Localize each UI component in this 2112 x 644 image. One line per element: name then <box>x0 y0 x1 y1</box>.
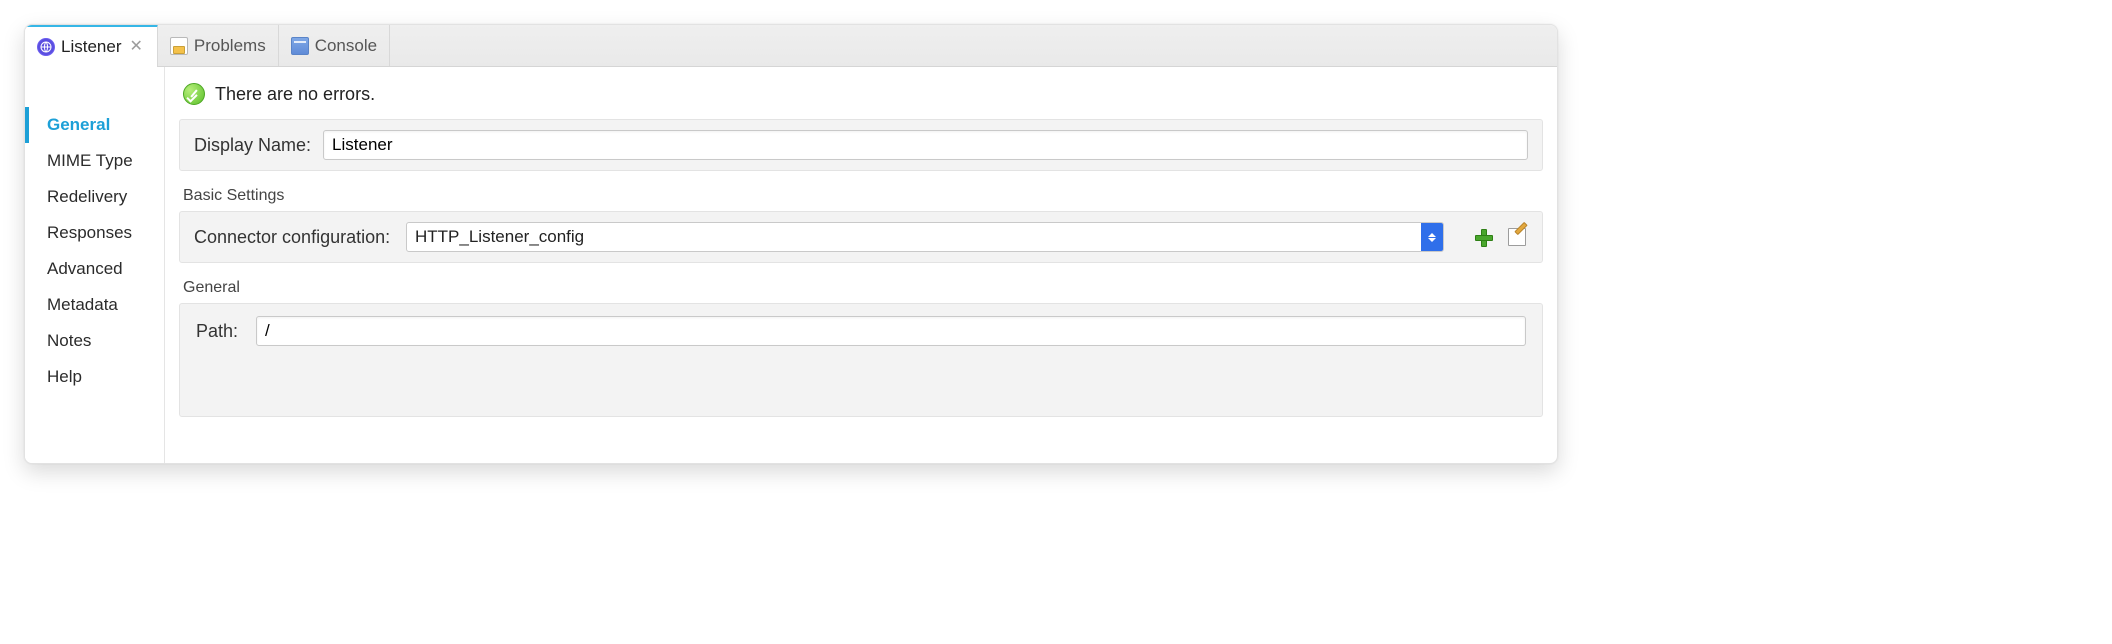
check-icon <box>183 83 205 105</box>
editor-tabstrip: Listener ✕ Problems Console <box>25 25 1557 67</box>
globe-icon <box>37 38 55 56</box>
tab-console-label: Console <box>315 36 377 56</box>
listener-config-panel: Listener ✕ Problems Console General MIME… <box>24 24 1558 464</box>
status-message: There are no errors. <box>215 84 375 105</box>
sidebar-item-responses[interactable]: Responses <box>25 215 164 251</box>
tab-listener-label: Listener <box>61 37 121 57</box>
sidebar: General MIME Type Redelivery Responses A… <box>25 67 165 463</box>
display-name-block: Display Name: <box>179 119 1543 171</box>
sidebar-item-redelivery[interactable]: Redelivery <box>25 179 164 215</box>
display-name-label: Display Name: <box>194 135 311 156</box>
display-name-input[interactable] <box>323 130 1528 160</box>
edit-connector-button[interactable] <box>1506 226 1528 248</box>
tab-console[interactable]: Console <box>279 25 390 66</box>
connector-config-value: HTTP_Listener_config <box>407 224 1421 250</box>
tab-listener[interactable]: Listener ✕ <box>25 24 158 66</box>
general-block: Path: <box>179 303 1543 417</box>
status-row: There are no errors. <box>179 75 1543 119</box>
add-connector-button[interactable] <box>1472 226 1494 248</box>
sidebar-item-help[interactable]: Help <box>25 359 164 395</box>
edit-icon <box>1508 228 1526 246</box>
console-icon <box>291 37 309 55</box>
plus-icon <box>1474 228 1492 246</box>
sidebar-item-advanced[interactable]: Advanced <box>25 251 164 287</box>
connector-config-select[interactable]: HTTP_Listener_config <box>406 222 1444 252</box>
main-content: There are no errors. Display Name: Basic… <box>165 67 1557 463</box>
path-label: Path: <box>196 321 244 342</box>
basic-settings-block: Connector configuration: HTTP_Listener_c… <box>179 211 1543 263</box>
general-heading: General <box>179 277 1543 303</box>
problems-icon <box>170 37 188 55</box>
sidebar-item-mime-type[interactable]: MIME Type <box>25 143 164 179</box>
close-icon[interactable]: ✕ <box>127 39 144 55</box>
basic-settings-heading: Basic Settings <box>179 185 1543 211</box>
chevron-updown-icon <box>1421 223 1443 251</box>
sidebar-item-notes[interactable]: Notes <box>25 323 164 359</box>
sidebar-item-general[interactable]: General <box>25 107 164 143</box>
path-input[interactable] <box>256 316 1526 346</box>
tab-problems-label: Problems <box>194 36 266 56</box>
sidebar-item-metadata[interactable]: Metadata <box>25 287 164 323</box>
tab-problems[interactable]: Problems <box>158 25 279 66</box>
connector-config-label: Connector configuration: <box>194 227 394 248</box>
